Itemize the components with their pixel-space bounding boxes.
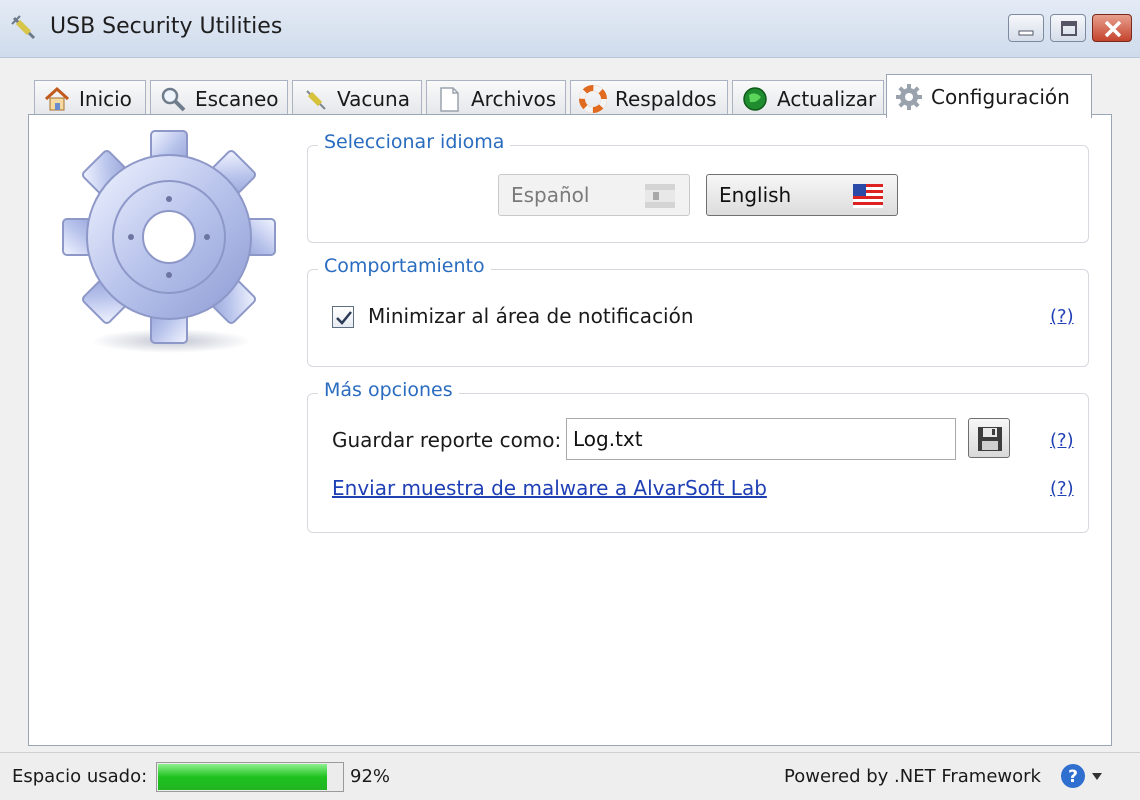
behavior-group: Comportamiento Minimizar al área de noti… (307, 255, 1089, 367)
tab-label: Respaldos (615, 86, 717, 111)
report-help-link[interactable]: (?) (1050, 430, 1074, 451)
configuration-panel: Seleccionar idioma Español English Compo… (28, 114, 1112, 746)
space-used-progress (156, 762, 344, 792)
document-icon (440, 86, 459, 112)
minimize-help-link[interactable]: (?) (1050, 306, 1074, 327)
help-icon[interactable]: ? (1060, 763, 1086, 789)
english-label: English (719, 183, 792, 207)
tab-escaneo[interactable]: Escaneo (150, 80, 288, 116)
english-button[interactable]: English (706, 174, 898, 216)
globe-update-icon (743, 86, 767, 111)
magnifier-icon (161, 87, 186, 111)
minimize-icon (1018, 30, 1034, 36)
spanish-button[interactable]: Español (498, 174, 690, 216)
lifebuoy-icon (579, 84, 607, 113)
checkmark-icon (336, 311, 352, 325)
malware-help-link[interactable]: (?) (1050, 478, 1074, 499)
minimize-to-tray-label[interactable]: Minimizar al área de notificación (368, 304, 694, 328)
tab-label: Actualizar (777, 86, 877, 111)
svg-text:?: ? (1068, 767, 1078, 787)
title-bar[interactable]: USB Security Utilities (0, 0, 1140, 58)
floppy-disk-icon (978, 427, 1002, 451)
space-used-percent: 92% (350, 766, 391, 787)
tab-vacuna[interactable]: Vacuna (292, 80, 422, 116)
minimize-to-tray-checkbox[interactable] (332, 306, 354, 328)
chevron-down-icon[interactable] (1092, 773, 1102, 781)
home-icon (44, 86, 70, 110)
tab-label: Configuración (931, 84, 1070, 109)
tab-label: Escaneo (195, 86, 279, 111)
space-used-progress-fill (158, 764, 328, 790)
status-bar: Espacio usado: 92% Powered by .NET Frame… (0, 752, 1140, 800)
more-options-group-title: Más opciones (318, 379, 459, 401)
save-report-button[interactable] (968, 418, 1010, 458)
us-flag-icon (853, 184, 883, 208)
spain-flag-icon (645, 184, 675, 208)
tab-configuracion[interactable]: Configuración (886, 74, 1092, 118)
powered-by-text: Powered by .NET Framework (784, 766, 1041, 787)
tab-label: Inicio (79, 86, 132, 111)
close-icon (1104, 20, 1122, 38)
behavior-group-title: Comportamiento (318, 255, 491, 277)
more-options-group: Más opciones Guardar reporte como: (?) E… (307, 379, 1089, 533)
tab-label: Archivos (471, 86, 557, 111)
send-malware-sample-link[interactable]: Enviar muestra de malware a AlvarSoft La… (332, 476, 767, 500)
large-gear-icon (62, 130, 276, 353)
syringe-icon (306, 89, 326, 110)
close-button[interactable] (1092, 14, 1132, 42)
language-group: Seleccionar idioma Español English (307, 131, 1089, 243)
window-title: USB Security Utilities (50, 14, 283, 39)
tab-actualizar[interactable]: Actualizar (732, 80, 884, 116)
report-label: Guardar reporte como: (332, 428, 562, 452)
spanish-label: Español (511, 183, 590, 207)
maximize-icon (1061, 21, 1077, 36)
tab-label: Vacuna (337, 86, 410, 111)
report-filename-input[interactable] (566, 418, 956, 460)
gear-icon (896, 83, 922, 110)
maximize-button[interactable] (1050, 14, 1086, 42)
language-group-title: Seleccionar idioma (318, 131, 511, 153)
tab-bar: Inicio Escaneo Vacuna Archivos Respaldos (0, 58, 1140, 118)
tab-respaldos[interactable]: Respaldos (570, 80, 728, 116)
minimize-button[interactable] (1008, 14, 1044, 42)
tab-inicio[interactable]: Inicio (34, 80, 146, 116)
tab-archivos[interactable]: Archivos (426, 80, 566, 116)
space-used-label: Espacio usado: (12, 766, 148, 787)
syringe-app-icon (11, 15, 36, 40)
